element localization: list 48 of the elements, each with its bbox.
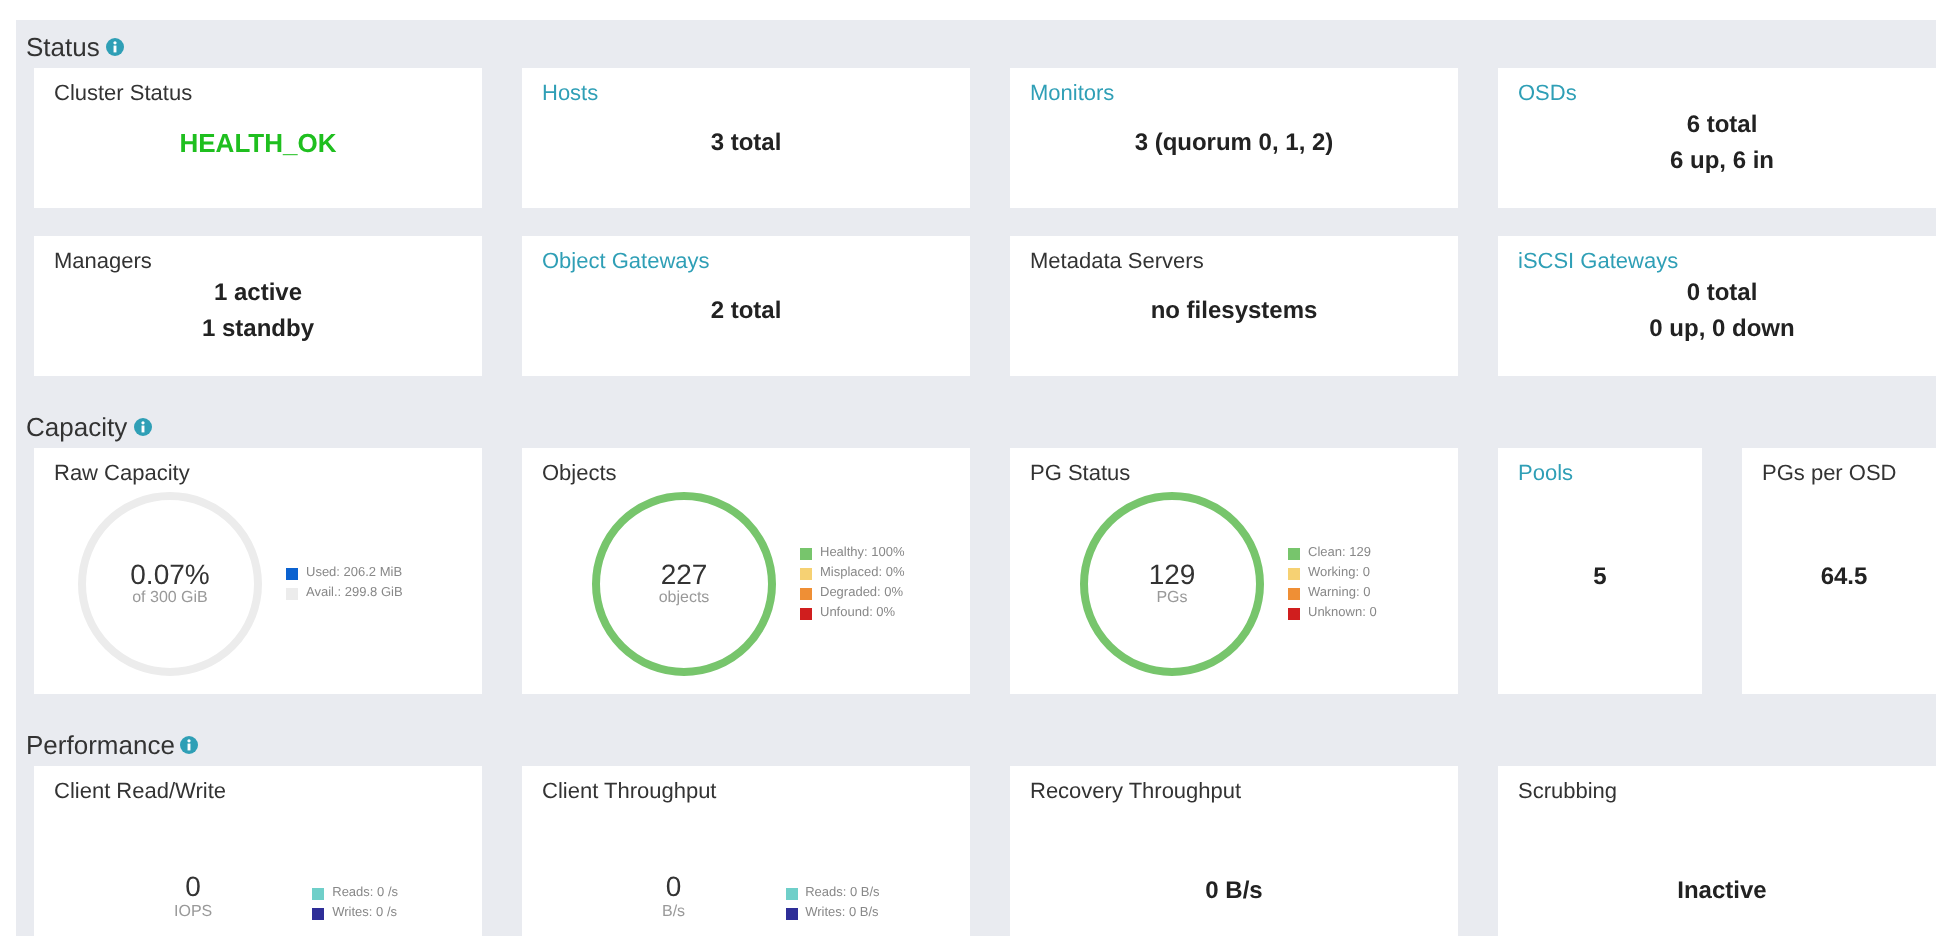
card-title: PG Status — [1030, 462, 1131, 486]
card-value: 1 standby — [201, 314, 314, 342]
card-title-link[interactable]: OSDs — [1518, 82, 1577, 106]
card-value: 6 total — [1686, 110, 1758, 138]
card-title: Cluster Status — [54, 82, 193, 106]
card-value: no filesystems — [1150, 296, 1318, 324]
info-icon[interactable] — [105, 37, 124, 55]
card-title-link[interactable]: Monitors — [1030, 82, 1115, 106]
metric-unit: IOPS — [174, 902, 213, 920]
section-title: Capacity — [26, 411, 128, 441]
donut-unit: PGs — [1156, 588, 1188, 607]
health-status: HEALTH_OK — [179, 127, 337, 157]
card-title-link[interactable]: Object Gateways — [542, 250, 710, 274]
card-title: Raw Capacity — [54, 462, 190, 486]
card-title-link[interactable]: Pools — [1518, 462, 1574, 486]
card-title: Client Read/Write — [54, 780, 226, 804]
card-value: 3 (quorum 0, 1, 2) — [1134, 128, 1334, 156]
card-value: 1 active — [213, 278, 303, 306]
card-value: 0 up, 0 down — [1649, 314, 1795, 342]
card-title: Client Throughput — [542, 780, 717, 804]
section-title: Performance — [26, 729, 175, 759]
donut-value: 227 — [660, 559, 708, 589]
card-title-link[interactable]: Hosts — [542, 82, 599, 106]
info-icon[interactable] — [180, 735, 199, 753]
card-title: PGs per OSD — [1762, 462, 1897, 486]
metric-value: 0 — [185, 872, 201, 902]
donut-value: 129 — [1148, 559, 1196, 589]
metric-value: 0 — [665, 872, 682, 902]
card-value: 2 total — [710, 296, 782, 324]
card-value: 5 — [1593, 561, 1607, 589]
card-title: Objects — [542, 462, 617, 486]
card-value: 64.5 — [1820, 561, 1868, 589]
card-value: 0 total — [1686, 278, 1758, 306]
card-title-link[interactable]: iSCSI Gateways — [1518, 250, 1679, 274]
card-value: 3 total — [710, 128, 782, 156]
card-value: 6 up, 6 in — [1669, 146, 1774, 174]
card-title: Recovery Throughput — [1030, 780, 1242, 804]
donut-unit: of 300 GiB — [132, 588, 208, 607]
card-title: Scrubbing — [1518, 780, 1618, 804]
card-value: Inactive — [1677, 876, 1767, 904]
card-title: Managers — [54, 250, 152, 274]
section-title: Status — [26, 31, 100, 61]
metric-unit: B/s — [662, 902, 686, 920]
info-icon[interactable] — [133, 417, 152, 435]
donut-unit: objects — [658, 588, 710, 607]
card-value: 0 B/s — [1205, 876, 1263, 904]
donut-value: 0.07% — [130, 559, 210, 589]
card-title: Metadata Servers — [1030, 250, 1204, 274]
